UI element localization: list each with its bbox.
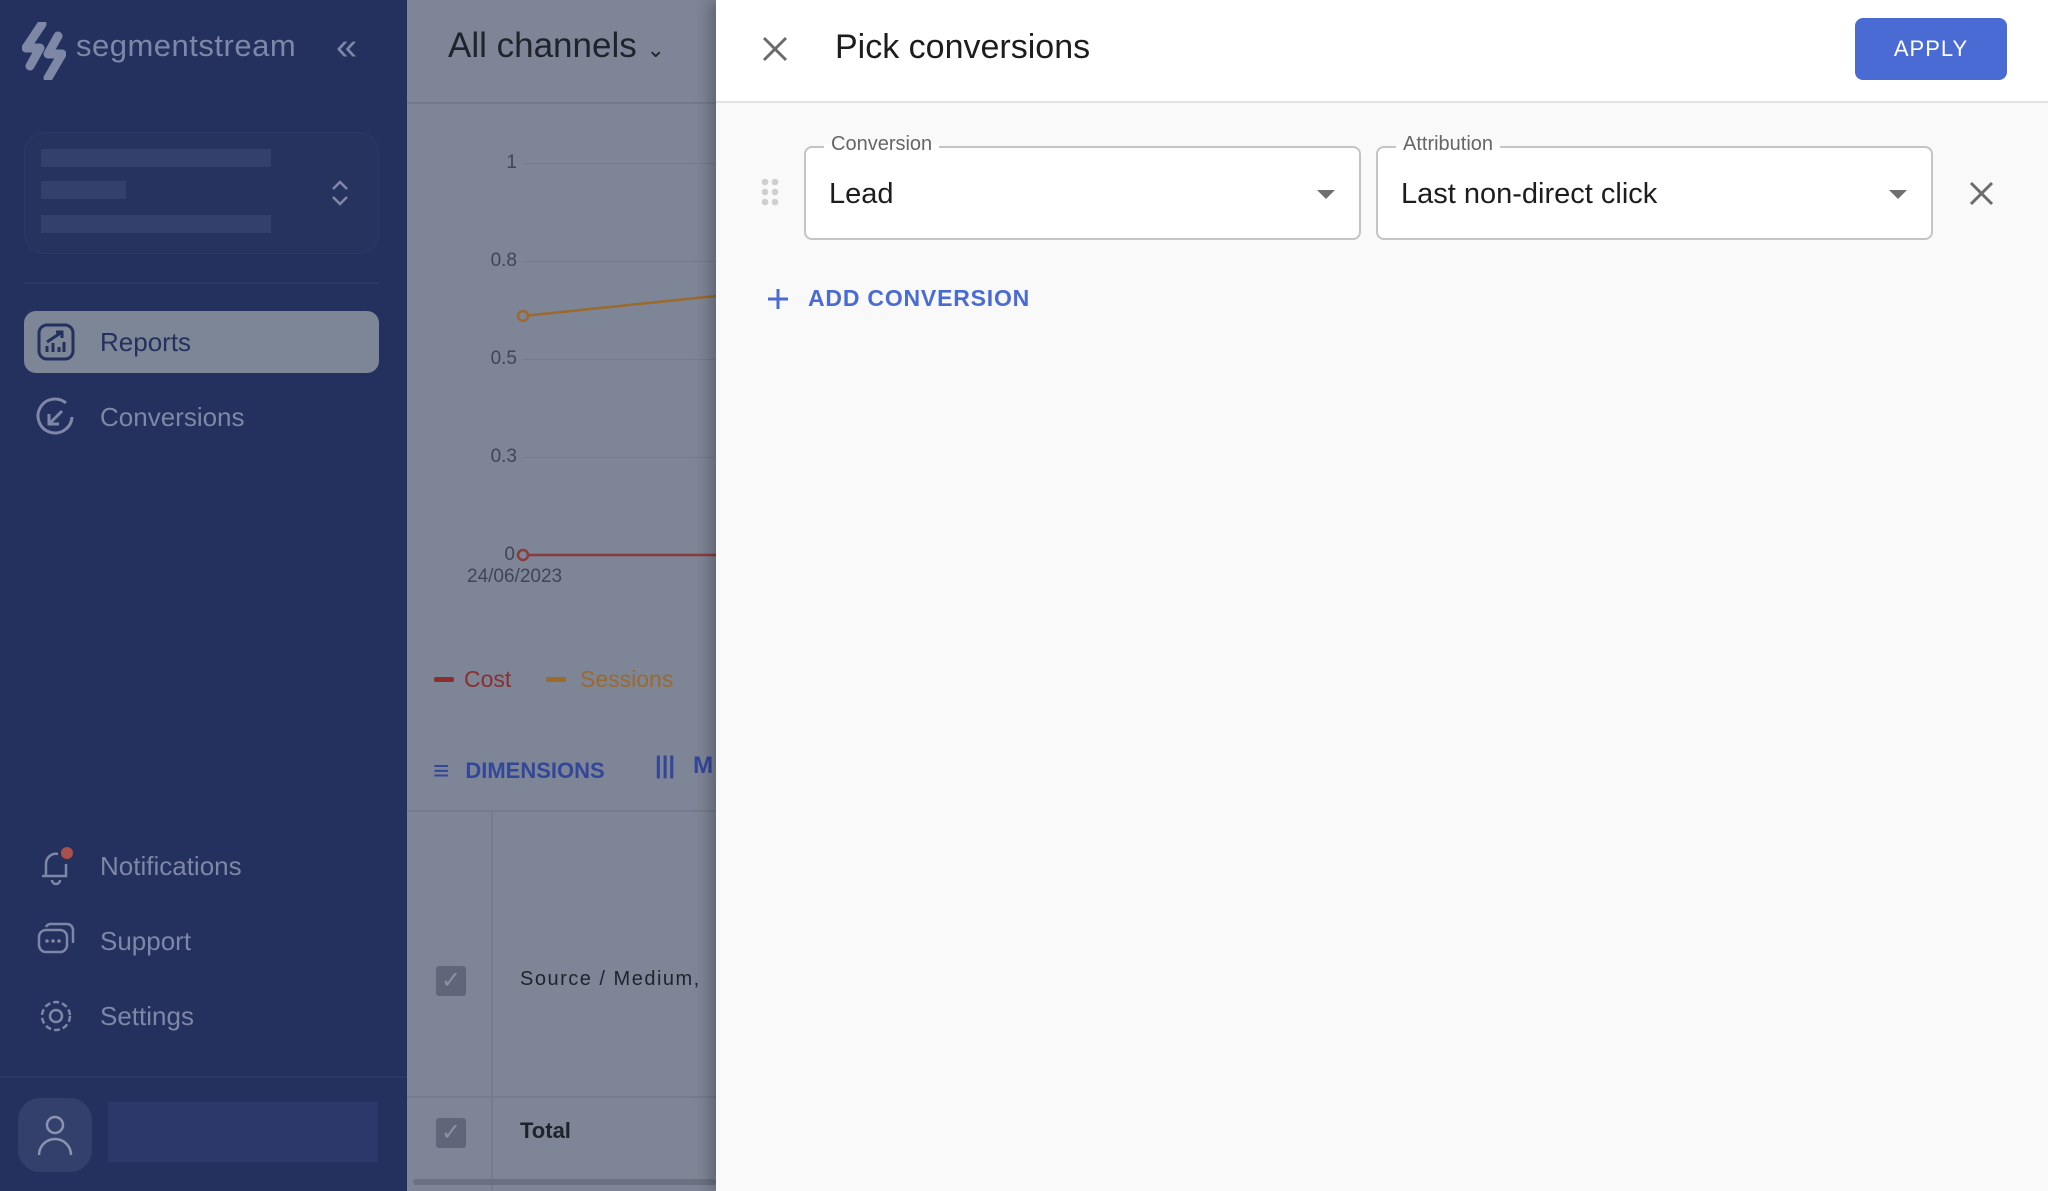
reports-icon bbox=[36, 322, 76, 362]
cost-point bbox=[518, 550, 528, 560]
apply-button[interactable]: APPLY bbox=[1855, 18, 2007, 80]
conversions-icon bbox=[36, 397, 76, 437]
legend-sessions[interactable]: Sessions bbox=[546, 666, 673, 693]
column-divider bbox=[491, 812, 493, 1191]
menu-icon: ≡ bbox=[433, 755, 449, 787]
remove-row-icon[interactable] bbox=[1969, 181, 1994, 206]
dropdown-arrow-icon bbox=[1889, 190, 1907, 199]
dimensions-button[interactable]: ≡ DIMENSIONS bbox=[433, 755, 605, 787]
attribution-field-label: Attribution bbox=[1396, 133, 1500, 156]
user-icon bbox=[35, 1113, 75, 1157]
legend-label: Sessions bbox=[580, 666, 673, 693]
add-conversion-label: ADD CONVERSION bbox=[808, 285, 1030, 312]
drawer-title: Pick conversions bbox=[835, 28, 1090, 67]
plus-icon bbox=[766, 287, 790, 311]
column-header: Source / Medium, bbox=[520, 968, 701, 991]
conversion-field-label: Conversion bbox=[824, 133, 939, 156]
sidebar-item-support[interactable]: Support bbox=[24, 910, 379, 972]
chat-icon bbox=[36, 921, 76, 961]
report-main: All channels ⌄ 1 0.8 0.5 0.3 0 24/06/202… bbox=[407, 0, 716, 1191]
sidebar-item-label: Settings bbox=[100, 1001, 194, 1032]
cost-swatch bbox=[434, 677, 454, 682]
chevron-up-down-icon bbox=[329, 179, 351, 207]
gear-icon bbox=[36, 996, 76, 1036]
dropdown-arrow-icon bbox=[1317, 190, 1335, 199]
row-checkbox[interactable]: ✓ bbox=[436, 966, 466, 996]
sidebar-item-label: Notifications bbox=[100, 851, 242, 882]
total-label: Total bbox=[520, 1118, 571, 1144]
account-switcher[interactable] bbox=[24, 132, 379, 254]
divider bbox=[407, 1096, 716, 1098]
divider bbox=[0, 1076, 407, 1078]
metrics-button[interactable]: ||| M bbox=[655, 752, 713, 780]
sidebar-item-notifications[interactable]: Notifications bbox=[24, 835, 379, 897]
sidebar-item-settings[interactable]: Settings bbox=[24, 985, 379, 1047]
columns-icon: ||| bbox=[655, 752, 675, 780]
sidebar: segmentstream « Reports Conversions Noti… bbox=[0, 0, 407, 1191]
add-conversion-button[interactable]: ADD CONVERSION bbox=[766, 285, 1030, 312]
sessions-point bbox=[518, 311, 528, 321]
bell-icon bbox=[36, 846, 76, 886]
sidebar-item-reports[interactable]: Reports bbox=[24, 311, 379, 373]
sessions-swatch bbox=[546, 677, 566, 682]
divider bbox=[407, 810, 716, 812]
sessions-line bbox=[523, 296, 716, 316]
sidebar-item-conversions[interactable]: Conversions bbox=[24, 386, 379, 448]
drag-handle-icon[interactable] bbox=[761, 178, 779, 206]
segmentstream-logo-icon bbox=[22, 22, 66, 80]
brand-name: segmentstream bbox=[76, 28, 296, 64]
total-checkbox[interactable]: ✓ bbox=[436, 1118, 466, 1148]
sidebar-item-label: Support bbox=[100, 926, 191, 957]
legend-cost[interactable]: Cost bbox=[434, 666, 511, 693]
pick-conversions-drawer: Pick conversions APPLY Conversion Lead A… bbox=[716, 0, 2048, 1191]
divider bbox=[24, 282, 379, 284]
legend-label: Cost bbox=[464, 666, 511, 693]
conversion-value: Lead bbox=[829, 178, 894, 211]
collapse-sidebar-icon[interactable]: « bbox=[336, 26, 357, 69]
close-icon[interactable] bbox=[762, 36, 788, 62]
attribution-select[interactable]: Attribution Last non-direct click bbox=[1376, 146, 1933, 240]
conversion-select[interactable]: Conversion Lead bbox=[804, 146, 1361, 240]
dimensions-label: DIMENSIONS bbox=[465, 758, 604, 784]
sidebar-item-label: Conversions bbox=[100, 402, 245, 433]
user-name-redacted bbox=[108, 1102, 378, 1162]
sidebar-item-label: Reports bbox=[100, 327, 191, 358]
metrics-label: M bbox=[693, 752, 713, 780]
x-tick: 24/06/2023 bbox=[467, 566, 562, 588]
attribution-value: Last non-direct click bbox=[1401, 178, 1657, 211]
horizontal-scrollbar[interactable] bbox=[413, 1179, 716, 1185]
chart-lines bbox=[407, 0, 716, 600]
avatar[interactable] bbox=[18, 1098, 92, 1172]
drawer-header: Pick conversions APPLY bbox=[716, 0, 2048, 103]
